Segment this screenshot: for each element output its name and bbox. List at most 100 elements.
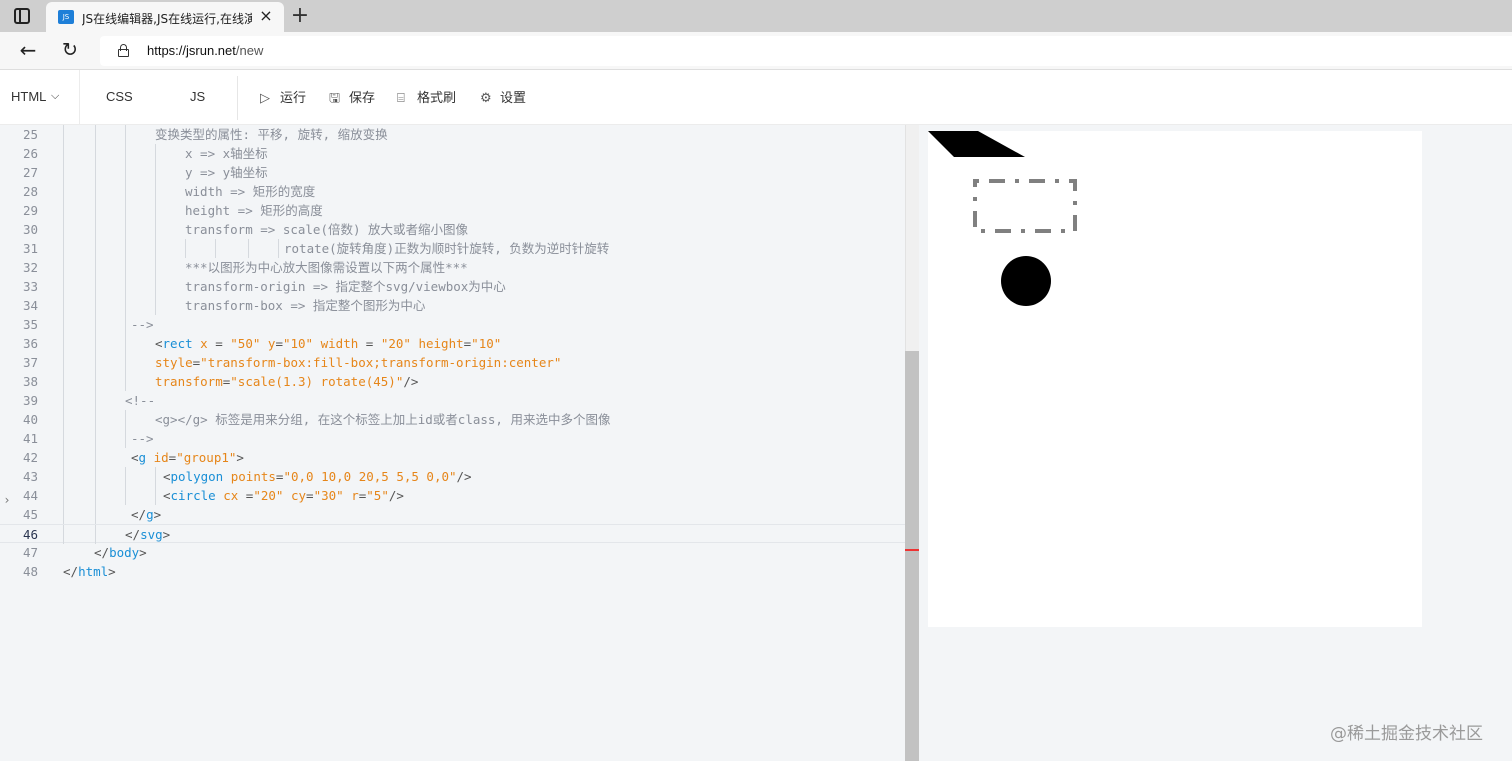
preview-dashed-rect	[973, 179, 1077, 233]
indent-guide	[155, 239, 156, 258]
indent-guide	[248, 239, 249, 258]
indent-guide	[63, 315, 64, 334]
line-text: <rect x = "50" y="10" width = "20" heigh…	[155, 336, 502, 351]
code-line[interactable]: 29 height => 矩形的高度	[0, 201, 905, 220]
line-text: style="transform-box:fill-box;transform-…	[155, 355, 562, 370]
language-dropdown[interactable]: HTML ⌵	[0, 70, 80, 125]
code-line[interactable]: 41 -->	[0, 429, 905, 448]
save-icon: 🖫	[329, 91, 341, 106]
indent-guide	[95, 467, 96, 486]
code-line[interactable]: 38 transform="scale(1.3) rotate(45)"/>	[0, 372, 905, 391]
toolbar-divider	[237, 76, 238, 120]
code-line[interactable]: 40 <g></g> 标签是用来分组, 在这个标签上加上id或者class, 用来…	[0, 410, 905, 429]
play-icon: ▷	[260, 91, 270, 106]
line-text: transform="scale(1.3) rotate(45)"/>	[155, 374, 419, 389]
line-text: </html>	[63, 564, 116, 579]
preview-circle	[1001, 256, 1051, 306]
url-host: https://jsrun.net	[147, 43, 236, 58]
code-line[interactable]: 36 <rect x = "50" y="10" width = "20" hei…	[0, 334, 905, 353]
indent-guide	[95, 525, 96, 544]
tab-css[interactable]: CSS	[106, 89, 133, 104]
code-line[interactable]: 43 <polygon points="0,0 10,0 20,5 5,5 0,0…	[0, 467, 905, 486]
line-number: 31	[22, 241, 38, 256]
indent-guide	[125, 353, 126, 372]
back-arrow-icon[interactable]: ←	[16, 39, 40, 63]
line-text: <polygon points="0,0 10,0 20,5 5,5 0,0"/…	[163, 469, 472, 484]
indent-guide	[63, 410, 64, 429]
chevron-down-icon: ⌵	[51, 89, 60, 102]
code-line[interactable]: 31 rotate(旋转角度)正数为顺时针旋转, 负数为逆时针旋转	[0, 239, 905, 258]
indent-guide	[125, 315, 126, 334]
url-input[interactable]: https://jsrun.net/new	[100, 36, 1512, 66]
line-text: -->	[131, 431, 154, 446]
save-button[interactable]: 🖫 保存	[329, 87, 375, 107]
code-line[interactable]: 25 变换类型的属性: 平移, 旋转, 缩放变换	[0, 125, 905, 144]
tab-actions-icon[interactable]	[14, 8, 30, 24]
indent-guide	[125, 239, 126, 258]
code-editor[interactable]: › 25 变换类型的属性: 平移, 旋转, 缩放变换 26 x => x轴坐标 27 y …	[0, 125, 905, 761]
language-dropdown-label: HTML	[11, 89, 47, 104]
run-button[interactable]: ▷ 运行	[260, 87, 306, 107]
code-line[interactable]: 37 style="transform-box:fill-box;transfor…	[0, 353, 905, 372]
indent-guide	[155, 201, 156, 220]
code-line[interactable]: 47 </body>	[0, 543, 905, 562]
indent-guide	[63, 201, 64, 220]
close-tab-icon[interactable]: ×	[258, 8, 274, 24]
indent-guide	[215, 239, 216, 258]
indent-guide	[125, 429, 126, 448]
reload-icon[interactable]: ↻	[58, 39, 82, 63]
code-line[interactable]: 44 <circle cx ="20" cy="30" r="5"/>	[0, 486, 905, 505]
code-line[interactable]: 42 <g id="group1">	[0, 448, 905, 467]
line-number: 26	[22, 146, 38, 161]
editor-scrollbar-thumb[interactable]	[905, 351, 919, 761]
code-line[interactable]: 32 ***以图形为中心放大图像需设置以下两个属性***	[0, 258, 905, 277]
url-text: https://jsrun.net/new	[147, 43, 263, 58]
indent-guide	[95, 201, 96, 220]
code-line[interactable]: 46 </svg>	[0, 524, 905, 544]
line-number: 28	[22, 184, 38, 199]
settings-button[interactable]: ⚙ 设置	[480, 87, 526, 107]
indent-guide	[63, 182, 64, 201]
code-line[interactable]: 26 x => x轴坐标	[0, 144, 905, 163]
code-line[interactable]: 30 transform => scale(倍数) 放大或者缩小图像	[0, 220, 905, 239]
browser-tab-active[interactable]: JS JS在线编辑器,JS在线运行,在线演示 ×	[46, 2, 284, 32]
line-text: height => 矩形的高度	[185, 203, 323, 218]
line-text: </g>	[131, 507, 162, 522]
line-number: 34	[22, 298, 38, 313]
line-number: 39	[22, 393, 38, 408]
code-line[interactable]: 48 </html>	[0, 562, 905, 581]
code-line[interactable]: 28 width => 矩形的宽度	[0, 182, 905, 201]
indent-guide	[95, 486, 96, 505]
code-line[interactable]: 35 -->	[0, 315, 905, 334]
format-button[interactable]: ⌸ 格式刷	[397, 87, 456, 107]
indent-guide	[63, 334, 64, 353]
line-text: transform-box => 指定整个图形为中心	[185, 298, 426, 313]
preview-svg	[928, 131, 1077, 306]
indent-guide	[125, 182, 126, 201]
line-number: 36	[22, 336, 38, 351]
indent-guide	[155, 277, 156, 296]
address-bar: ← ↻ https://jsrun.net/new	[0, 32, 1512, 70]
indent-guide	[63, 391, 64, 410]
lock-icon[interactable]	[118, 44, 129, 57]
new-tab-icon[interactable]: +	[288, 4, 312, 28]
code-line[interactable]: 34 transform-box => 指定整个图形为中心	[0, 296, 905, 315]
indent-guide	[95, 258, 96, 277]
browser-tab-bar: JS JS在线编辑器,JS在线运行,在线演示 × +	[0, 0, 1512, 32]
code-line[interactable]: 39 <!--	[0, 391, 905, 410]
indent-guide	[95, 277, 96, 296]
tab-js[interactable]: JS	[190, 89, 205, 104]
indent-guide	[185, 239, 186, 258]
code-line[interactable]: 45 </g>	[0, 505, 905, 524]
indent-guide	[155, 258, 156, 277]
line-number: 41	[22, 431, 38, 446]
indent-guide	[63, 429, 64, 448]
code-line[interactable]: 33 transform-origin => 指定整个svg/viewbox为中心	[0, 277, 905, 296]
url-path: /new	[235, 43, 264, 58]
preview-frame[interactable]	[928, 131, 1422, 627]
line-text: <circle cx ="20" cy="30" r="5"/>	[163, 488, 404, 503]
indent-guide	[95, 315, 96, 334]
code-line[interactable]: 27 y => y轴坐标	[0, 163, 905, 182]
line-text: <!--	[125, 393, 156, 408]
indent-guide	[155, 182, 156, 201]
